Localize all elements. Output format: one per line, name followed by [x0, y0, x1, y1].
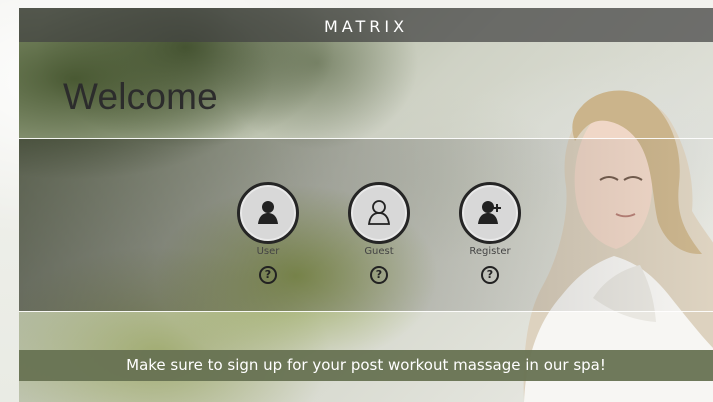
promo-message: Make sure to sign up for your post worko…	[126, 356, 606, 374]
guest-help-button[interactable]: ?	[370, 266, 388, 284]
register-button[interactable]	[459, 182, 521, 244]
brand-logo: MATRIX	[323, 17, 409, 36]
guest-button[interactable]	[348, 182, 410, 244]
profile-option-guest: Guest ?	[344, 182, 414, 292]
top-bar: MATRIX	[19, 8, 713, 42]
user-label: User	[256, 246, 280, 257]
divider-bottom	[19, 311, 713, 312]
register-label: Register	[469, 246, 511, 257]
user-help-button[interactable]: ?	[259, 266, 277, 284]
profile-option-user: User ?	[233, 182, 303, 292]
page-title: Welcome	[63, 76, 218, 117]
profile-option-register: Register ?	[455, 182, 525, 292]
user-button[interactable]	[237, 182, 299, 244]
welcome-screen: MATRIX Welcome User ? Guest ? Register ?…	[0, 0, 713, 402]
register-help-button[interactable]: ?	[481, 266, 499, 284]
register-icon	[478, 201, 501, 224]
guest-icon	[367, 200, 391, 225]
promo-banner: Make sure to sign up for your post worko…	[19, 350, 713, 381]
guest-label: Guest	[364, 246, 394, 257]
user-icon	[258, 201, 278, 224]
